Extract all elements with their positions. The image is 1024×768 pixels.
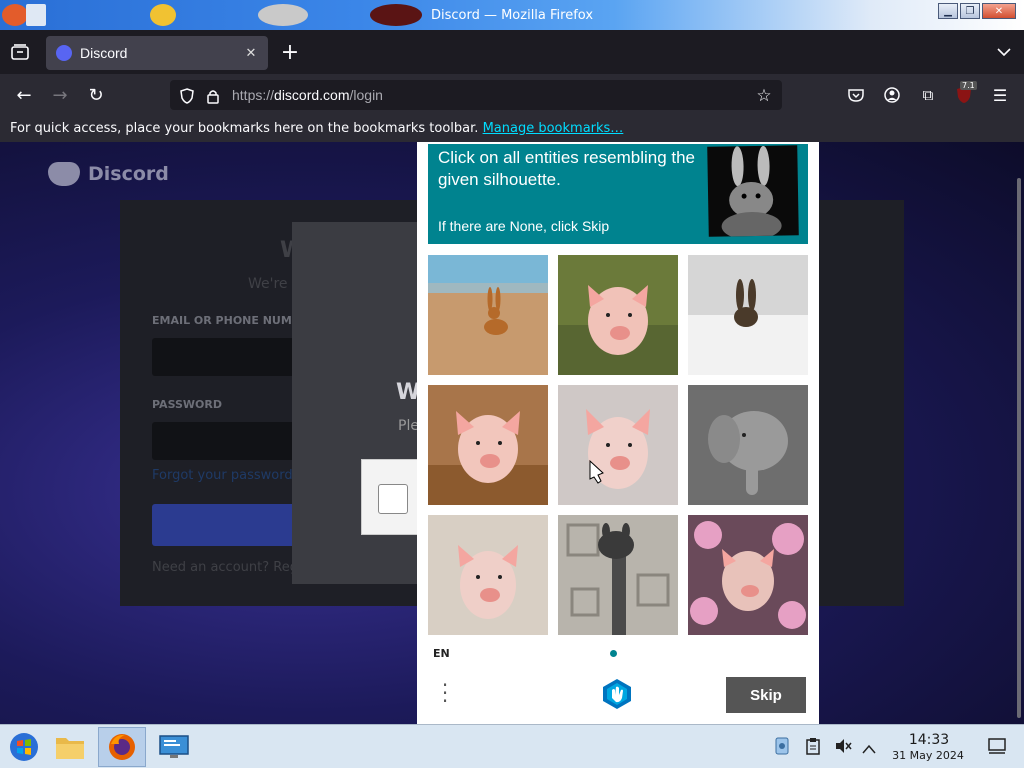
tab-label: Discord — [80, 45, 128, 61]
tab-close-icon[interactable]: ✕ — [240, 46, 262, 61]
back-button[interactable]: ← — [12, 84, 36, 106]
password-label: PASSWORD — [152, 398, 223, 411]
file-manager-taskbar-icon[interactable] — [46, 727, 94, 767]
window-titlebar: Discord — Mozilla Firefox ▁ ❐ ✕ — [0, 0, 1024, 30]
captcha-checkbox[interactable] — [378, 484, 408, 514]
window-controls: ▁ ❐ ✕ — [938, 3, 1016, 19]
reload-button[interactable]: ↻ — [84, 84, 108, 106]
scrollbar-thumb[interactable] — [1017, 178, 1021, 718]
forward-button[interactable]: → — [48, 84, 72, 106]
tab-discord[interactable]: Discord ✕ — [46, 36, 268, 70]
page-scrollbar[interactable] — [1014, 178, 1022, 718]
manage-bookmarks-link[interactable]: Manage bookmarks… — [483, 121, 624, 136]
tab-strip: Discord ✕ + — [0, 30, 1024, 74]
extensions-badge: 7.1 — [960, 81, 977, 90]
clock-time[interactable]: 14:33 — [890, 732, 968, 748]
welcome-subtitle: We're — [248, 276, 288, 292]
challenge-hint: If there are None, click Skip — [438, 218, 610, 234]
url-bar[interactable]: https://discord.com/login ☆ — [170, 80, 782, 110]
discord-logo[interactable]: Discord — [48, 162, 169, 186]
firefox-view-icon[interactable] — [8, 41, 32, 63]
url-domain: discord.com — [274, 87, 350, 103]
challenge-prompt: Click on all entities resembling the giv… — [438, 148, 696, 189]
more-options-icon[interactable]: · · · — [437, 675, 453, 711]
captcha-checkbox-widget — [361, 459, 421, 535]
discord-logo-icon — [48, 162, 80, 186]
ublock-icon[interactable]: 7.1 — [954, 81, 977, 106]
forgot-password-link[interactable]: Forgot your password? — [152, 468, 300, 483]
close-button[interactable]: ✕ — [982, 3, 1016, 19]
challenge-tile-6[interactable] — [688, 385, 808, 505]
pocket-icon[interactable] — [846, 85, 866, 105]
url-prefix: https:// — [232, 87, 275, 103]
challenge-tile-8[interactable] — [558, 515, 678, 635]
bookmark-star-icon[interactable]: ☆ — [754, 86, 774, 106]
firefox-taskbar-icon[interactable] — [98, 727, 146, 767]
minimize-button[interactable]: ▁ — [938, 3, 958, 19]
window-title: Discord — Mozilla Firefox — [430, 8, 594, 23]
challenge-tile-4[interactable] — [428, 385, 548, 505]
app-menu-icon[interactable]: ☰ — [990, 85, 1010, 105]
account-icon[interactable] — [882, 85, 902, 105]
challenge-tile-9[interactable] — [688, 515, 808, 635]
challenge-tile-7[interactable] — [428, 515, 548, 635]
extensions-icon[interactable]: ⧉ — [918, 85, 938, 105]
bookmarks-message: For quick access, place your bookmarks h… — [10, 121, 479, 136]
volume-muted-icon[interactable] — [834, 737, 852, 759]
challenge-tile-3[interactable] — [688, 255, 808, 375]
challenge-tile-1[interactable] — [428, 255, 548, 375]
show-desktop-icon[interactable] — [988, 738, 1006, 758]
discord-brand-text: Discord — [88, 163, 169, 185]
bookmarks-toolbar: For quick access, place your bookmarks h… — [0, 116, 1024, 142]
tray-expand-chevron-icon[interactable] — [862, 739, 876, 758]
url-path: /login — [349, 87, 383, 103]
dialog-subtitle: Ple — [398, 418, 419, 434]
new-tab-button[interactable]: + — [278, 40, 302, 65]
taskbar: 14:33 31 May 2024 — [0, 724, 1024, 768]
challenge-tile-5[interactable] — [558, 385, 678, 505]
start-button[interactable] — [0, 727, 48, 767]
progress-dot — [610, 650, 617, 657]
email-label: EMAIL OR PHONE NUMB — [152, 314, 301, 327]
challenge-header: Click on all entities resembling the giv… — [428, 144, 808, 244]
clipboard-tray-icon[interactable] — [806, 737, 820, 759]
maximize-button[interactable]: ❐ — [960, 3, 980, 19]
list-all-tabs-icon[interactable] — [994, 42, 1014, 62]
language-selector[interactable]: EN — [433, 647, 450, 660]
need-account-text[interactable]: Need an account? Reg — [152, 560, 298, 575]
hcaptcha-logo-icon[interactable] — [601, 678, 633, 710]
tracking-shield-icon[interactable] — [178, 87, 196, 105]
url-text[interactable]: https://discord.com/login — [232, 87, 383, 103]
clock-date[interactable]: 31 May 2024 — [880, 749, 976, 762]
system-monitor-taskbar-icon[interactable] — [150, 727, 198, 767]
network-tray-icon[interactable] — [774, 737, 790, 761]
challenge-tile-2[interactable] — [558, 255, 678, 375]
hcaptcha-challenge: Click on all entities resembling the giv… — [417, 142, 819, 724]
discord-favicon-icon — [56, 45, 72, 61]
skip-button[interactable]: Skip — [726, 677, 806, 713]
navigation-toolbar: ← → ↻ https://discord.com/login ☆ ⧉ 7.1 … — [0, 74, 1024, 116]
sample-silhouette-image — [707, 145, 799, 237]
lock-icon[interactable] — [204, 87, 222, 105]
